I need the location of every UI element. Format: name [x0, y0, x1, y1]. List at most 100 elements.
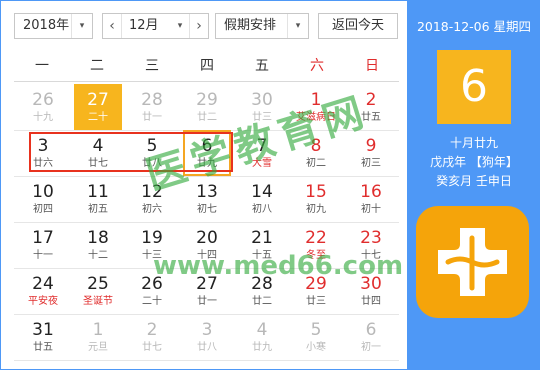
cross-logo-icon	[438, 228, 507, 296]
day-number: 27	[87, 90, 109, 110]
lunar-label: 廿八	[197, 342, 217, 353]
prev-month-button[interactable]: ‹	[103, 14, 122, 38]
lunar-label: 十二	[88, 250, 108, 261]
day-cell[interactable]: 31 廿五	[19, 314, 67, 360]
month-stepper[interactable]: ‹ 12月 ▾ ›	[102, 13, 209, 39]
lunar-label: 廿二	[252, 296, 272, 307]
day-number: 19	[141, 228, 163, 248]
day-number: 6	[365, 320, 377, 340]
day-number: 11	[87, 182, 109, 202]
calendar-widget: 2018年 ▾ ‹ 12月 ▾ › 假期安排 ▾ 返回今天 一 二 三 四 五 …	[0, 0, 540, 370]
lunar-label: 十一	[33, 250, 53, 261]
day-cell[interactable]: 25 圣诞节	[74, 268, 122, 314]
weekday-fri: 五	[255, 58, 269, 74]
day-cell[interactable]: 6 初一	[347, 314, 395, 360]
holiday-select-value: 假期安排	[224, 18, 277, 33]
weekday-tue: 二	[90, 58, 104, 74]
lunar-date: 十月廿九	[449, 136, 498, 150]
lunar-label: 初二	[306, 158, 326, 169]
lunar-label: 廿七	[88, 158, 108, 169]
day-cell[interactable]: 4 廿七	[74, 130, 122, 176]
day-number: 28	[141, 90, 163, 110]
day-cell[interactable]: 11 初五	[74, 176, 122, 222]
day-cell[interactable]: 28 廿一	[128, 84, 176, 130]
lunar-label: 十九	[33, 112, 53, 123]
year-select-value: 2018年	[23, 18, 70, 33]
lunar-label: 元旦	[88, 342, 108, 353]
lunar-label: 平安夜	[28, 296, 58, 307]
weekday-wed: 三	[145, 58, 159, 74]
today-button[interactable]: 返回今天	[318, 13, 398, 39]
brand-logo	[416, 206, 529, 318]
big-day-number: 6	[437, 50, 511, 124]
holiday-select[interactable]: 假期安排 ▾	[215, 13, 309, 39]
lunar-label: 初八	[252, 204, 272, 215]
day-cell[interactable]: 4 廿九	[238, 314, 286, 360]
day-cell[interactable]: 15 初九	[292, 176, 340, 222]
lunar-label: 廿六	[33, 158, 53, 169]
lunar-label: 初七	[197, 204, 217, 215]
weekday-sun: 日	[365, 58, 379, 74]
day-cell[interactable]: 3 廿六	[19, 130, 67, 176]
year-select[interactable]: 2018年 ▾	[14, 13, 93, 39]
day-number: 10	[32, 182, 54, 202]
day-cell[interactable]: 1 元旦	[74, 314, 122, 360]
day-cell[interactable]: 17 十一	[19, 222, 67, 268]
lunar-label: 廿七	[142, 342, 162, 353]
lunar-label: 圣诞节	[83, 296, 113, 307]
next-month-button[interactable]: ›	[189, 14, 208, 38]
chevron-down-icon: ▾	[177, 21, 183, 31]
today-button-label: 返回今天	[331, 18, 384, 33]
lunar-label: 小寒	[306, 342, 326, 353]
chevron-down-icon: ▾	[71, 14, 92, 38]
day-number: 14	[251, 182, 273, 202]
lunar-label: 初三	[361, 158, 381, 169]
ganzhi-day: 癸亥月 壬申日	[436, 174, 512, 188]
lunar-label: 二十	[88, 112, 108, 123]
day-cell[interactable]: 5 小寒	[292, 314, 340, 360]
day-number: 25	[87, 274, 109, 294]
day-number: 26	[32, 90, 54, 110]
day-number: 17	[32, 228, 54, 248]
day-cell[interactable]: 18 十二	[74, 222, 122, 268]
day-number: 2	[146, 320, 158, 340]
day-cell[interactable]: 16 初十	[347, 176, 395, 222]
day-cell[interactable]: 3 廿八	[183, 314, 231, 360]
lunar-label: 廿一	[197, 296, 217, 307]
day-number: 15	[305, 182, 327, 202]
day-cell[interactable]: 10 初四	[19, 176, 67, 222]
day-cell[interactable]: 27 二十	[74, 84, 122, 130]
chevron-down-icon: ▾	[287, 14, 308, 38]
day-number: 5	[310, 320, 322, 340]
lunar-label: 廿一	[142, 112, 162, 123]
lunar-label: 初五	[88, 204, 108, 215]
lunar-label: 廿五	[33, 342, 53, 353]
lunar-label: 廿三	[306, 296, 326, 307]
day-number: 1	[92, 320, 104, 340]
lunar-label: 廿九	[252, 342, 272, 353]
day-number: 22	[305, 228, 327, 248]
lunar-label: 初九	[306, 204, 326, 215]
day-cell[interactable]: 2 廿七	[128, 314, 176, 360]
watermark-url: www.med66.com	[153, 251, 404, 281]
day-number: 29	[196, 90, 218, 110]
month-select-value[interactable]: 12月	[129, 14, 159, 38]
day-number: 4	[256, 320, 268, 340]
day-number: 31	[32, 320, 54, 340]
week-row: 31 廿五 1 元旦 2 廿七 3 廿八 4 廿九 5 小寒 6 初一	[14, 314, 399, 361]
weekday-sat: 六	[310, 58, 324, 74]
day-cell[interactable]: 26 十九	[19, 84, 67, 130]
day-cell[interactable]: 24 平安夜	[19, 268, 67, 314]
lunar-label: 廿四	[361, 296, 381, 307]
day-number: 24	[32, 274, 54, 294]
day-number: 4	[92, 136, 104, 156]
day-number: 16	[360, 182, 382, 202]
day-cell[interactable]: 14 初八	[238, 176, 286, 222]
lunar-label: 初四	[33, 204, 53, 215]
day-number: 18	[87, 228, 109, 248]
lunar-label: 初六	[142, 204, 162, 215]
day-number: 20	[196, 228, 218, 248]
lunar-label: 初一	[361, 342, 381, 353]
weekday-header: 一 二 三 四 五 六 日	[14, 51, 399, 82]
lunar-label: 二十	[142, 296, 162, 307]
